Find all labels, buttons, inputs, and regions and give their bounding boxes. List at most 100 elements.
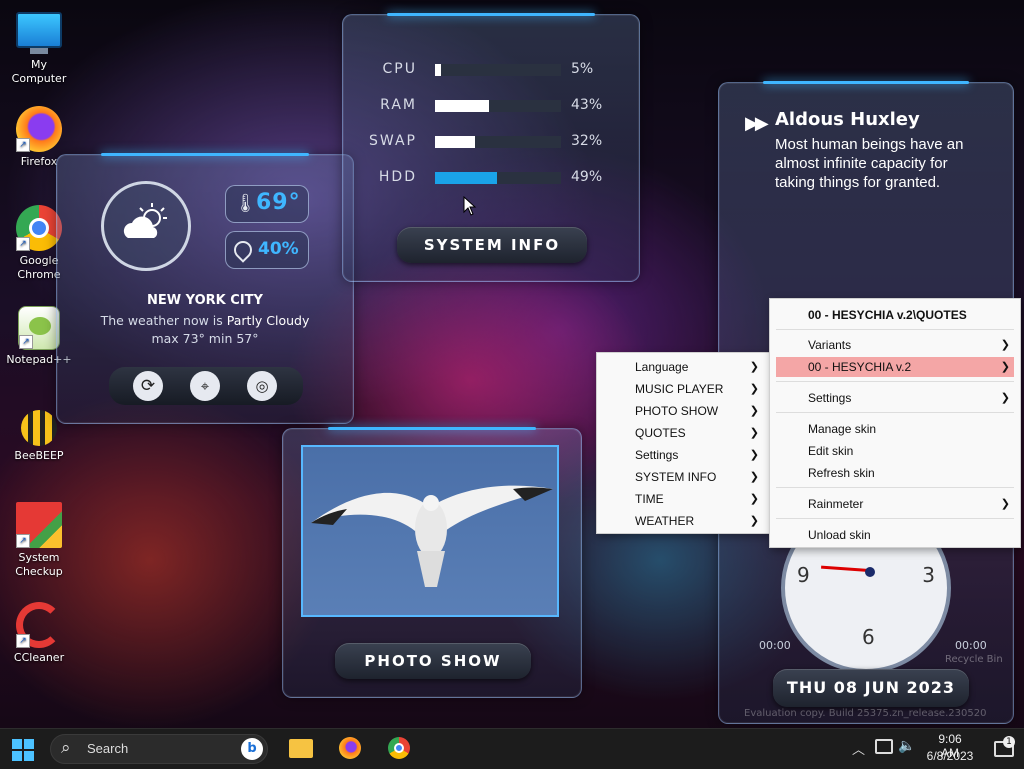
taskbar: ⌕ Search b ︿ 🔈 9:06 AM 6/8/2023 1 <box>0 728 1024 769</box>
skin-submenu-item[interactable]: Language ❯ <box>597 357 769 377</box>
location-pin-icon[interactable]: ⌖ <box>190 371 220 401</box>
weather-summary-prefix: The weather now is <box>100 313 227 328</box>
shortcut-arrow-icon: ↗ <box>16 138 30 152</box>
menu-separator <box>776 329 1014 330</box>
system-info-row: CPU 5% <box>343 61 633 77</box>
menu-item-variants[interactable]: Variants ❯ <box>770 335 1020 355</box>
bing-icon[interactable]: b <box>241 738 263 760</box>
play-forward-icon: ▶▶ <box>745 113 769 134</box>
menu-item-label: QUOTES <box>635 426 686 440</box>
clock-number-3: 3 <box>922 563 935 587</box>
skin-submenu-item[interactable]: PHOTO SHOW ❯ <box>597 401 769 421</box>
system-checkup-icon: ↗ <box>16 502 62 548</box>
system-info-row: SWAP 32% <box>343 133 633 149</box>
system-info-bar <box>435 136 561 148</box>
system-info-bar-fill <box>435 172 497 184</box>
rainmeter-context-menu: 00 - HESYCHIA v.2\QUOTES Variants ❯ 00 - … <box>769 298 1021 548</box>
menu-item-manage-skin[interactable]: Manage skin <box>770 419 1020 439</box>
temperature-value: 69° <box>256 190 301 215</box>
notepadpp-icon: ↗ <box>18 306 60 350</box>
clock-number-6: 6 <box>862 625 875 649</box>
system-info-label: HDD <box>378 169 417 185</box>
clock-time-left: 00:00 <box>759 639 791 652</box>
taskbar-chrome-icon[interactable] <box>388 737 410 759</box>
weather-widget[interactable]: 🌡 69° 40% NEW YORK CITY The weather now … <box>56 153 354 424</box>
desktop-icon-ccleaner[interactable]: ↗ CCleaner <box>4 602 74 665</box>
chevron-right-icon: ❯ <box>749 471 759 483</box>
panel-glow <box>327 427 537 430</box>
humidity-drop-icon <box>230 237 256 263</box>
system-info-row: HDD 49% <box>343 169 633 185</box>
weather-button-bar: ⟳ ⌖ ◎ <box>109 367 303 405</box>
desktop-icon-my-computer[interactable]: My Computer <box>4 10 74 86</box>
menu-header-skin-path[interactable]: 00 - HESYCHIA v.2\QUOTES <box>770 305 1020 325</box>
taskbar-search-box[interactable]: ⌕ Search b <box>50 734 268 764</box>
recycle-bin-label[interactable]: Recycle Bin <box>945 654 1003 665</box>
quote-text: Most human beings have an almost infinit… <box>775 136 964 191</box>
chevron-right-icon: ❯ <box>749 383 759 395</box>
menu-item-refresh-skin[interactable]: Refresh skin <box>770 463 1020 483</box>
desktop-icon-label: BeeBEEP <box>14 449 64 462</box>
bee-icon <box>21 410 57 446</box>
refresh-icon[interactable]: ⟳ <box>133 371 163 401</box>
windows-logo-tile <box>12 751 22 761</box>
system-info-label: CPU <box>382 61 417 77</box>
panel-glow <box>101 153 309 156</box>
chevron-right-icon: ❯ <box>749 427 759 439</box>
system-info-title[interactable]: SYSTEM INFO <box>397 227 587 263</box>
menu-item-rainmeter[interactable]: Rainmeter ❯ <box>770 494 1020 514</box>
menu-item-label: Variants <box>808 338 852 352</box>
chevron-right-icon: ❯ <box>1000 498 1010 510</box>
skin-submenu: Language ❯ MUSIC PLAYER ❯ PHOTO SHOW ❯ QUOTES ❯… <box>596 352 770 534</box>
menu-item-label: PHOTO SHOW <box>635 404 719 418</box>
evaluation-watermark: Evaluation copy. Build 25375.zn_release.… <box>744 708 987 719</box>
desktop-icon-label: System Checkup <box>15 551 63 578</box>
menu-item-label: SYSTEM INFO <box>635 470 717 484</box>
skin-submenu-item[interactable]: Settings ❯ <box>597 445 769 465</box>
clock-center <box>865 567 875 577</box>
menu-item-label: Rainmeter <box>808 497 864 511</box>
skin-submenu-item[interactable]: QUOTES ❯ <box>597 423 769 443</box>
shortcut-arrow-icon: ↗ <box>16 237 30 251</box>
taskbar-firefox-icon[interactable] <box>339 737 361 759</box>
system-info-bar-fill <box>435 100 490 112</box>
monitor-icon <box>16 12 62 48</box>
chevron-right-icon: ❯ <box>749 449 759 461</box>
menu-item-hesychia-highlighted[interactable]: 00 - HESYCHIA v.2 ❯ <box>776 357 1014 377</box>
chevron-right-icon: ❯ <box>749 361 759 373</box>
chevron-right-icon: ❯ <box>1000 392 1010 404</box>
menu-item-edit-skin[interactable]: Edit skin <box>770 441 1020 461</box>
clock-time-right: 00:00 <box>955 639 987 652</box>
chevron-up-icon[interactable]: ︿ <box>852 739 865 758</box>
menu-item-unload-skin[interactable]: Unload skin <box>770 525 1020 545</box>
volume-icon[interactable]: 🔈 <box>898 738 915 754</box>
file-explorer-icon[interactable] <box>289 739 313 758</box>
weather-condition-circle <box>101 181 191 271</box>
skin-submenu-item[interactable]: MUSIC PLAYER ❯ <box>597 379 769 399</box>
chevron-right-icon: ❯ <box>749 515 759 527</box>
menu-item-settings[interactable]: Settings ❯ <box>770 388 1020 408</box>
menu-item-label: Language <box>635 360 689 374</box>
shortcut-arrow-icon: ↗ <box>16 634 30 648</box>
taskbar-date[interactable]: 6/8/2023 <box>926 749 974 763</box>
partly-cloudy-icon <box>123 203 167 238</box>
photo-show-title[interactable]: PHOTO SHOW <box>335 643 531 679</box>
weather-condition: Partly Cloudy <box>226 313 310 328</box>
desktop-icon-label: Google Chrome <box>17 254 61 281</box>
skin-submenu-item[interactable]: TIME ❯ <box>597 489 769 509</box>
thermometer-icon: 🌡 <box>234 193 257 214</box>
menu-item-label: 00 - HESYCHIA v.2 <box>808 360 912 374</box>
globe-icon[interactable]: ◎ <box>247 371 277 401</box>
start-button[interactable] <box>12 739 34 761</box>
menu-item-label: TIME <box>635 492 664 506</box>
photo-frame[interactable] <box>301 445 559 617</box>
search-placeholder: Search <box>87 741 129 756</box>
chevron-right-icon: ❯ <box>749 493 759 505</box>
photo-show-widget[interactable]: PHOTO SHOW <box>282 427 582 698</box>
desktop-icon-system-checkup[interactable]: ↗ System Checkup <box>4 502 74 579</box>
panel-glow <box>387 13 595 16</box>
network-icon[interactable] <box>875 739 893 754</box>
skin-submenu-item[interactable]: WEATHER ❯ <box>597 511 769 531</box>
system-info-widget[interactable]: CPU 5% RAM 43% SWAP 32% HDD 49% SYSTEM INFO <box>342 13 640 282</box>
skin-submenu-item[interactable]: SYSTEM INFO ❯ <box>597 467 769 487</box>
